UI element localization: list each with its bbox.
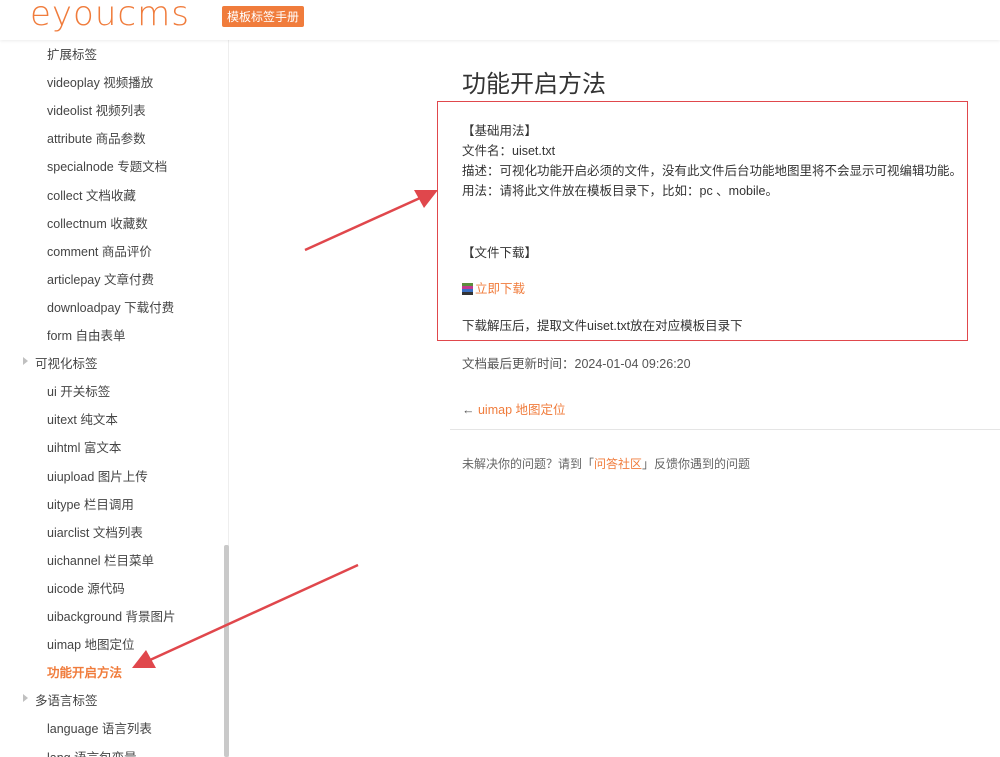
sidebar-item[interactable]: uitype 栏目调用 <box>47 494 134 513</box>
sidebar-item-label: language 语言列表 <box>47 722 152 737</box>
left-arrow-icon: ← <box>462 403 475 417</box>
sidebar-item[interactable]: uichannel 栏目菜单 <box>47 550 154 569</box>
sidebar-item[interactable]: uicode 源代码 <box>47 578 125 597</box>
sidebar-item[interactable]: videoplay 视频播放 <box>47 72 153 91</box>
sidebar-item-label: articlepay 文章付费 <box>47 272 154 287</box>
filename-line: 文件名：uiset.txt <box>462 144 556 158</box>
sidebar-item-label: uicode 源代码 <box>47 581 125 596</box>
sidebar-item[interactable]: videolist 视频列表 <box>47 100 146 119</box>
sidebar-nav: 扩展标签 videoplay 视频播放 videolist 视频列表 attribut… <box>0 40 228 757</box>
sidebar-item[interactable]: collect 文档收藏 <box>47 185 136 204</box>
sidebar-item[interactable]: articlepay 文章付费 <box>47 269 154 288</box>
prev-page-label[interactable]: uimap 地图定位 <box>478 403 566 417</box>
help-suffix: 」反馈你遇到的问题 <box>642 457 751 471</box>
sidebar-item-label: collect 文档收藏 <box>47 188 136 203</box>
prev-page-link[interactable]: ← uimap 地图定位 <box>462 399 566 418</box>
download-heading: 【文件下载】 <box>462 246 538 260</box>
rar-file-icon <box>462 283 473 295</box>
sidebar-item[interactable]: downloadpay 下载付费 <box>47 297 174 316</box>
sidebar-scrollbar[interactable] <box>224 545 229 757</box>
sidebar-item-label: uichannel 栏目菜单 <box>47 553 154 568</box>
last-updated: 文档最后更新时间：2024-01-04 09:26:20 <box>462 357 691 371</box>
sidebar-item-label: 扩展标签 <box>47 48 98 62</box>
sidebar-item[interactable]: uihtml 富文本 <box>47 437 121 456</box>
sidebar-item[interactable]: lang 语言包变量 <box>47 747 137 757</box>
sidebar-item-label: uitext 纯文本 <box>47 413 118 428</box>
usage-line: 用法：请将此文件放在模板目录下，比如：pc 、mobile。 <box>462 184 778 198</box>
download-row: 立即下载 <box>462 278 525 297</box>
sidebar-item-label: 功能开启方法 <box>47 666 123 681</box>
sidebar-item-label: videoplay 视频播放 <box>47 76 154 91</box>
sidebar-item[interactable]: comment 商品评价 <box>47 241 152 260</box>
page-title: 功能开启方法 <box>462 71 606 98</box>
sidebar-item[interactable]: uiarclist 文档列表 <box>47 522 143 541</box>
sidebar-item-label: uibackground 背景图片 <box>47 610 176 624</box>
sidebar-item-label: ui 开关标签 <box>47 385 111 400</box>
sidebar-group[interactable]: 多语言标签 <box>23 690 98 709</box>
sidebar-item[interactable]: attribute 商品参数 <box>47 128 146 147</box>
after-download-line: 下载解压后，提取文件uiset.txt放在对应模板目录下 <box>462 319 743 333</box>
download-now-link[interactable]: 立即下载 <box>475 282 525 296</box>
sidebar-item[interactable]: ui 开关标签 <box>47 381 110 400</box>
annotation-arrowhead-box <box>414 190 438 208</box>
caret-right-icon <box>23 694 28 703</box>
sidebar-item-label: 可视化标签 <box>35 357 98 372</box>
sidebar-item[interactable]: form 自由表单 <box>47 325 125 344</box>
sidebar-item[interactable]: collectnum 收藏数 <box>47 213 148 232</box>
eyoucms-logo[interactable]: eyoucms <box>30 0 190 34</box>
sidebar-item-label: uihtml 富文本 <box>47 441 122 456</box>
sidebar-item-label: attribute 商品参数 <box>47 132 146 147</box>
sidebar-item[interactable]: 功能开启方法 <box>47 662 122 681</box>
sidebar-item-label: 多语言标签 <box>35 694 98 709</box>
sidebar-item[interactable]: uimap 地图定位 <box>47 634 135 653</box>
sidebar-item[interactable]: uitext 纯文本 <box>47 409 118 428</box>
sidebar-item-label: downloadpay 下载付费 <box>47 300 175 315</box>
sidebar-item[interactable]: language 语言列表 <box>47 718 152 737</box>
manual-badge[interactable]: 模板标签手册 <box>222 6 305 27</box>
sidebar-item-label: comment 商品评价 <box>47 244 152 259</box>
sidebar-group[interactable]: 可视化标签 <box>23 353 98 372</box>
sidebar-item[interactable]: specialnode 专题文档 <box>47 156 167 175</box>
sidebar-item-label: uiarclist 文档列表 <box>47 525 143 540</box>
description-line: 描述：可视化功能开启必须的文件，没有此文件后台功能地图里将不会显示可视编辑功能。 <box>462 164 963 178</box>
help-footer: 未解决你的问题？请到「问答社区」反馈你遇到的问题 <box>462 455 750 472</box>
sidebar-item-label: specialnode 专题文档 <box>47 160 168 175</box>
sidebar-item-label: lang 语言包变量 <box>47 751 137 757</box>
sidebar-item-label: collectnum 收藏数 <box>47 216 148 231</box>
sidebar-item-label: uimap 地图定位 <box>47 638 135 653</box>
sidebar-item-label: form 自由表单 <box>47 329 126 343</box>
sidebar-item-label: videolist 视频列表 <box>47 104 146 119</box>
sidebar-item[interactable]: uibackground 背景图片 <box>47 606 176 625</box>
caret-right-icon <box>23 357 28 366</box>
sidebar-item-label: uiupload 图片上传 <box>47 469 148 484</box>
sidebar-item-label: uitype 栏目调用 <box>47 497 134 512</box>
sidebar-item[interactable]: uiupload 图片上传 <box>47 466 148 485</box>
help-prefix: 未解决你的问题？请到「 <box>462 457 595 471</box>
content-divider <box>450 429 1000 430</box>
annotation-arrow-to-box <box>304 196 421 252</box>
qa-community-link[interactable]: 问答社区 <box>594 457 642 471</box>
sidebar-item[interactable]: 扩展标签 <box>47 44 97 63</box>
basic-usage-heading: 【基础用法】 <box>462 124 538 138</box>
top-header: eyoucms 模板标签手册 <box>0 0 1000 40</box>
